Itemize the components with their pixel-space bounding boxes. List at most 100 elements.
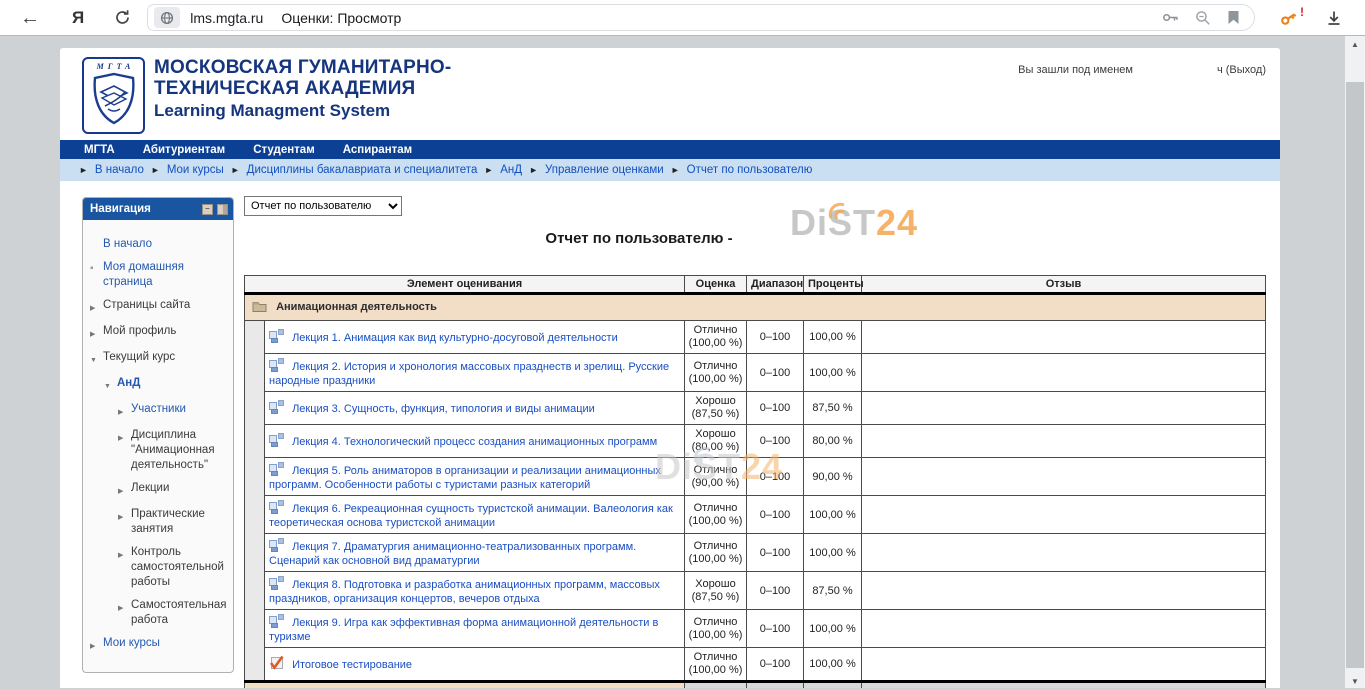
grade-item-row: Лекция 2. История и хронология массовых … (245, 354, 1266, 392)
sidebar-nav-item[interactable]: В начало (90, 237, 229, 252)
grade-item-link[interactable]: Лекция 5. Роль аниматоров в организации … (269, 465, 661, 491)
sidebar-nav-item[interactable]: Практические занятия (90, 507, 229, 537)
navbar-link[interactable]: Аспирантам (343, 144, 412, 156)
percent-cell: 100,00 % (804, 354, 862, 392)
find-on-page-icon[interactable] (1195, 10, 1211, 26)
grade-item-link[interactable]: Лекция 8. Подготовка и разработка анимац… (269, 579, 660, 605)
navbar-link[interactable]: Студентам (253, 144, 315, 156)
tree-marker-icon (90, 298, 103, 316)
column-header-grade: Оценка (685, 276, 747, 294)
lesson-icon (269, 500, 284, 517)
url-text[interactable]: lms.mgta.ru (190, 10, 263, 26)
sidebar-nav-item[interactable]: Страницы сайта (90, 298, 229, 316)
page-viewport: МГТА МОСКОВСКАЯ ГУМАНИТАРНО- ТЕХНИЧЕСКАЯ… (0, 36, 1365, 688)
bookmark-icon[interactable] (1227, 10, 1240, 25)
address-bar[interactable]: lms.mgta.ru Оценки: Просмотр (147, 4, 1255, 31)
sidebar-nav-item[interactable]: АнД (90, 376, 229, 394)
sidebar: Навигация – В начало (82, 197, 234, 688)
breadcrumb-link[interactable]: В начало (95, 164, 144, 176)
breadcrumb-link[interactable]: АнД (500, 164, 522, 176)
back-button[interactable]: ← (20, 8, 40, 28)
percent-cell: 100,00 % (804, 321, 862, 354)
grade-cell: Хорошо (80,00 %) (685, 425, 747, 458)
sidebar-nav-item[interactable]: Мой профиль (90, 324, 229, 342)
sidebar-nav-item[interactable]: Лекции (90, 481, 229, 499)
sidebar-item-label: Страницы сайта (103, 298, 190, 316)
grade-item-link[interactable]: Лекция 1. Анимация как вид культурно-дос… (292, 332, 618, 344)
breadcrumb-link[interactable]: Мои курсы (167, 164, 224, 176)
user-report-table: Элемент оценивания Оценка Диапазон Проце… (244, 275, 1266, 688)
sidebar-nav-item[interactable]: Участники (90, 402, 229, 420)
feedback-cell (862, 392, 1266, 425)
navbar-link[interactable]: Абитуриентам (143, 144, 225, 156)
range-cell: 0–100 (747, 496, 804, 534)
academy-logo[interactable]: МГТА (82, 57, 145, 134)
grade-item-link[interactable]: Лекция 9. Игра как эффективная форма ани… (269, 617, 658, 643)
feedback-cell (862, 458, 1266, 496)
sidebar-nav-item[interactable]: Мои курсы (90, 636, 229, 654)
grade-word: Хорошо (687, 578, 744, 591)
site-globe-icon[interactable] (154, 7, 180, 28)
range-cell: 0–100 (747, 392, 804, 425)
refresh-icon[interactable] (114, 9, 131, 26)
academy-crest-icon (91, 72, 137, 126)
grade-item-link[interactable]: Лекция 7. Драматургия анимационно-театра… (269, 541, 636, 567)
sidebar-nav-item[interactable]: Текущий курс (90, 350, 229, 368)
category-label: Анимационная деятельность (276, 301, 437, 313)
scroll-down-icon[interactable]: ▼ (1345, 677, 1365, 686)
grade-word: Хорошо (687, 395, 744, 408)
breadcrumb-item: ► В начало (72, 164, 144, 176)
grade-item-row: Лекция 4. Технологический процесс создан… (245, 425, 1266, 458)
login-prefix: Вы зашли под именем (1018, 64, 1133, 76)
dock-block-icon[interactable] (217, 204, 228, 215)
logout-link[interactable]: ч (Выход) (1217, 64, 1266, 76)
grade-item-link[interactable]: Лекция 4. Технологический процесс создан… (292, 436, 657, 448)
tree-marker-icon (118, 545, 131, 590)
grade-item-link[interactable]: Лекция 6. Рекреационная сущность туристс… (269, 503, 673, 529)
indent-cell (245, 648, 265, 682)
grade-item-row: Итоговое тестирование Отлично (100,00 %)… (245, 648, 1266, 682)
grade-item-link[interactable]: Лекция 2. История и хронология массовых … (269, 361, 669, 387)
scrollbar-thumb[interactable] (1346, 82, 1364, 668)
password-key-icon[interactable] (1162, 10, 1179, 25)
grade-item-link[interactable]: Итоговое тестирование (292, 659, 412, 671)
sidebar-nav-item[interactable]: Моя домашняя страница (90, 260, 229, 290)
extension-badge: ! (1300, 5, 1304, 19)
download-icon[interactable] (1325, 9, 1343, 27)
indent-cell (245, 610, 265, 648)
grade-word: Отлично (687, 540, 744, 553)
sidebar-nav-item[interactable]: Дисциплина "Анимационная деятельность" (90, 428, 229, 473)
extension-key-icon[interactable]: ! (1279, 8, 1299, 28)
grade-word: Хорошо (687, 428, 744, 441)
grade-item-link[interactable]: Лекция 3. Сущность, функция, типология и… (292, 403, 595, 415)
yandex-browser-logo[interactable]: Я (72, 8, 84, 28)
sidebar-nav-item[interactable]: Контроль самостоятельной работы (90, 545, 229, 590)
scroll-up-icon[interactable]: ▲ (1345, 40, 1365, 49)
grade-rows: Лекция 1. Анимация как вид культурно-дос… (245, 321, 1266, 682)
sidebar-nav-item[interactable]: Самостоятельная работа (90, 598, 229, 628)
sidebar-item-label: Участники (131, 402, 186, 420)
grade-item-row: Лекция 5. Роль аниматоров в организации … (245, 458, 1266, 496)
tree-marker-icon (118, 428, 131, 473)
vertical-scrollbar[interactable]: ▲ ▼ (1345, 36, 1365, 688)
indent-cell (245, 425, 265, 458)
lesson-icon (269, 433, 284, 450)
grade-word: Отлично (687, 687, 744, 688)
range-cell: 0–100 (747, 534, 804, 572)
breadcrumb-link[interactable]: Управление оценками (545, 164, 664, 176)
sidebar-item-label: Текущий курс (103, 350, 175, 368)
quiz-icon (269, 655, 284, 673)
academy-title-line1: МОСКОВСКАЯ ГУМАНИТАРНО- (154, 57, 451, 78)
report-type-select[interactable]: Отчет по пользователю (244, 196, 402, 216)
grade-cell: Отлично (100,00 %) (685, 321, 747, 354)
tree-marker-icon (90, 260, 103, 290)
breadcrumb-link[interactable]: Дисциплины бакалавриата и специалитета (247, 164, 478, 176)
grade-percent: (87,50 %) (687, 408, 744, 421)
collapse-block-icon[interactable]: – (202, 204, 213, 215)
breadcrumb-link[interactable]: Отчет по пользователю (687, 164, 813, 176)
site-content: МГТА МОСКОВСКАЯ ГУМАНИТАРНО- ТЕХНИЧЕСКАЯ… (60, 48, 1280, 688)
sidebar-item-label: Контроль самостоятельной работы (131, 545, 229, 590)
navigation-tree: В начало Моя домашняя страница Страницы … (83, 220, 233, 672)
navbar-link[interactable]: МГТА (84, 144, 115, 156)
percent-cell: 96,38 % (804, 682, 862, 689)
